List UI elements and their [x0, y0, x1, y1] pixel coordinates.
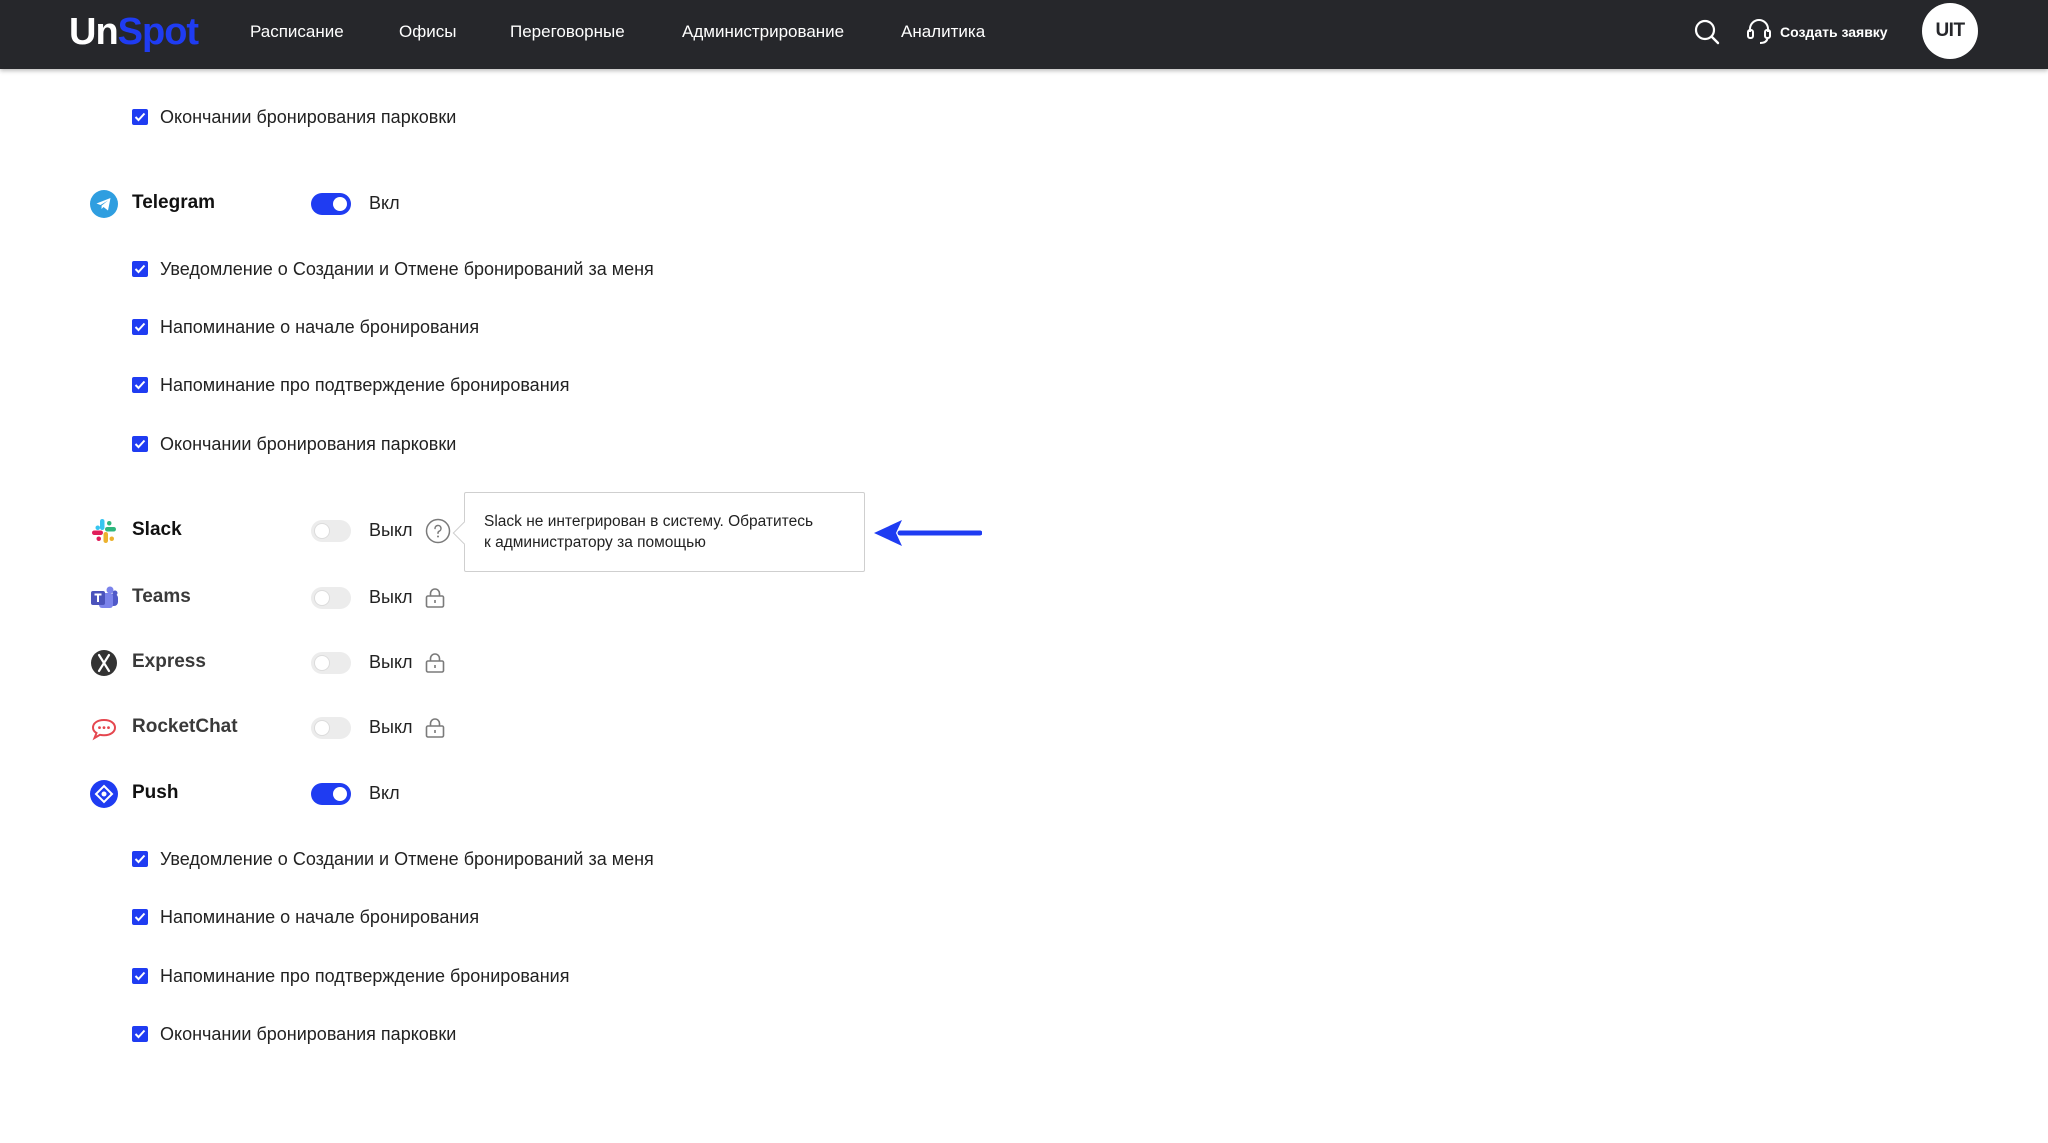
checkbox-checked[interactable] — [132, 261, 148, 277]
express-toggle-state: Выкл — [369, 652, 413, 672]
rocketchat-toggle-state: Выкл — [369, 717, 413, 737]
slack-toggle-state: Выкл — [369, 520, 413, 540]
toggle-knob — [315, 656, 329, 670]
telegram-icon — [89, 189, 119, 219]
checkbox-row[interactable]: Уведомление о Создании и Отмене брониров… — [132, 845, 654, 873]
checkbox-label: Напоминание о начале бронирования — [160, 316, 480, 337]
push-icon — [89, 779, 119, 809]
channel-name-rocketchat: RocketChat — [132, 716, 238, 737]
nav-administration[interactable]: Администрирование — [682, 21, 844, 43]
push-toggle[interactable] — [311, 783, 351, 805]
checkbox-label: Окончании бронирования парковки — [160, 106, 457, 127]
express-toggle[interactable] — [311, 652, 351, 674]
logo-text-un: Un — [69, 11, 119, 53]
blue-arrow-left-icon — [874, 520, 982, 546]
toggle-knob — [315, 524, 329, 538]
nav-meeting-rooms[interactable]: Переговорные — [510, 21, 625, 43]
channel-name-push: Push — [132, 782, 179, 803]
checkbox-checked[interactable] — [132, 436, 148, 452]
checkbox-checked[interactable] — [132, 319, 148, 335]
checkbox-label: Окончании бронирования парковки — [160, 1023, 457, 1044]
tooltip-line-2: к администратору за помощью — [484, 534, 706, 551]
lock-icon — [424, 587, 446, 609]
toggle-knob — [315, 591, 329, 605]
avatar[interactable]: UIT — [1922, 3, 1978, 59]
channel-name-telegram: Telegram — [132, 192, 216, 213]
create-request-label: Создать заявку — [1780, 24, 1888, 40]
checkbox-label: Окончании бронирования парковки — [160, 433, 457, 454]
checkbox-row[interactable]: Уведомление о Создании и Отмене брониров… — [132, 255, 654, 283]
toggle-knob — [333, 197, 347, 211]
rocketchat-toggle[interactable] — [311, 717, 351, 739]
checkbox-label: Уведомление о Создании и Отмене брониров… — [160, 848, 654, 869]
tooltip-arrow — [452, 521, 476, 545]
express-icon — [89, 648, 119, 678]
rocketchat-icon — [89, 713, 119, 743]
checkbox-label: Напоминание про подтверждение бронирован… — [160, 965, 570, 986]
checkbox-checked[interactable] — [132, 909, 148, 925]
teams-icon — [89, 583, 119, 613]
checkbox-label: Напоминание про подтверждение бронирован… — [160, 374, 570, 395]
logo-text-spot: Spot — [117, 11, 199, 53]
lock-icon — [424, 717, 446, 739]
checkbox-checked[interactable] — [132, 851, 148, 867]
checkbox-checked[interactable] — [132, 1026, 148, 1042]
checkbox-row[interactable]: Окончании бронирования парковки — [132, 103, 456, 131]
checkbox-label: Напоминание о начале бронирования — [160, 906, 480, 927]
checkbox-row[interactable]: Окончании бронирования парковки — [132, 430, 456, 458]
toggle-knob — [315, 721, 329, 735]
telegram-toggle-state: Вкл — [369, 193, 400, 213]
nav-offices[interactable]: Офисы — [399, 21, 456, 43]
checkbox-row[interactable]: Окончании бронирования парковки — [132, 1020, 456, 1048]
telegram-toggle[interactable] — [311, 193, 351, 215]
lock-icon — [424, 652, 446, 674]
slack-not-integrated-tooltip: Slack не интегрирован в систему. Обратит… — [452, 492, 865, 572]
nav-schedule[interactable]: Расписание — [250, 21, 344, 43]
teams-toggle-state: Выкл — [369, 587, 413, 607]
tooltip-line-1: Slack не интегрирован в систему. Обратит… — [484, 513, 814, 530]
channel-name-teams: Teams — [132, 586, 191, 607]
checkbox-checked[interactable] — [132, 109, 148, 125]
checkbox-label: Уведомление о Создании и Отмене брониров… — [160, 258, 654, 279]
checkbox-row[interactable]: Напоминание о начале бронирования — [132, 313, 479, 341]
push-toggle-state: Вкл — [369, 783, 400, 803]
headset-icon — [1746, 17, 1772, 48]
top-navigation-bar: UnSpot Расписание Офисы Переговорные Адм… — [0, 0, 2048, 69]
slack-toggle[interactable] — [311, 520, 351, 542]
create-request-button[interactable]: Создать заявку — [1746, 17, 1888, 47]
question-icon[interactable] — [425, 518, 451, 544]
slack-icon — [89, 516, 119, 546]
channel-name-express: Express — [132, 651, 206, 672]
channel-name-slack: Slack — [132, 519, 182, 540]
checkbox-row[interactable]: Напоминание про подтверждение бронирован… — [132, 371, 569, 399]
search-icon[interactable] — [1693, 18, 1721, 46]
checkbox-checked[interactable] — [132, 968, 148, 984]
toggle-knob — [333, 787, 347, 801]
teams-toggle[interactable] — [311, 587, 351, 609]
unspot-logo[interactable]: UnSpot — [69, 6, 199, 58]
checkbox-checked[interactable] — [132, 377, 148, 393]
checkbox-row[interactable]: Напоминание про подтверждение бронирован… — [132, 962, 569, 990]
checkbox-row[interactable]: Напоминание о начале бронирования — [132, 903, 479, 931]
nav-analytics[interactable]: Аналитика — [901, 21, 985, 43]
